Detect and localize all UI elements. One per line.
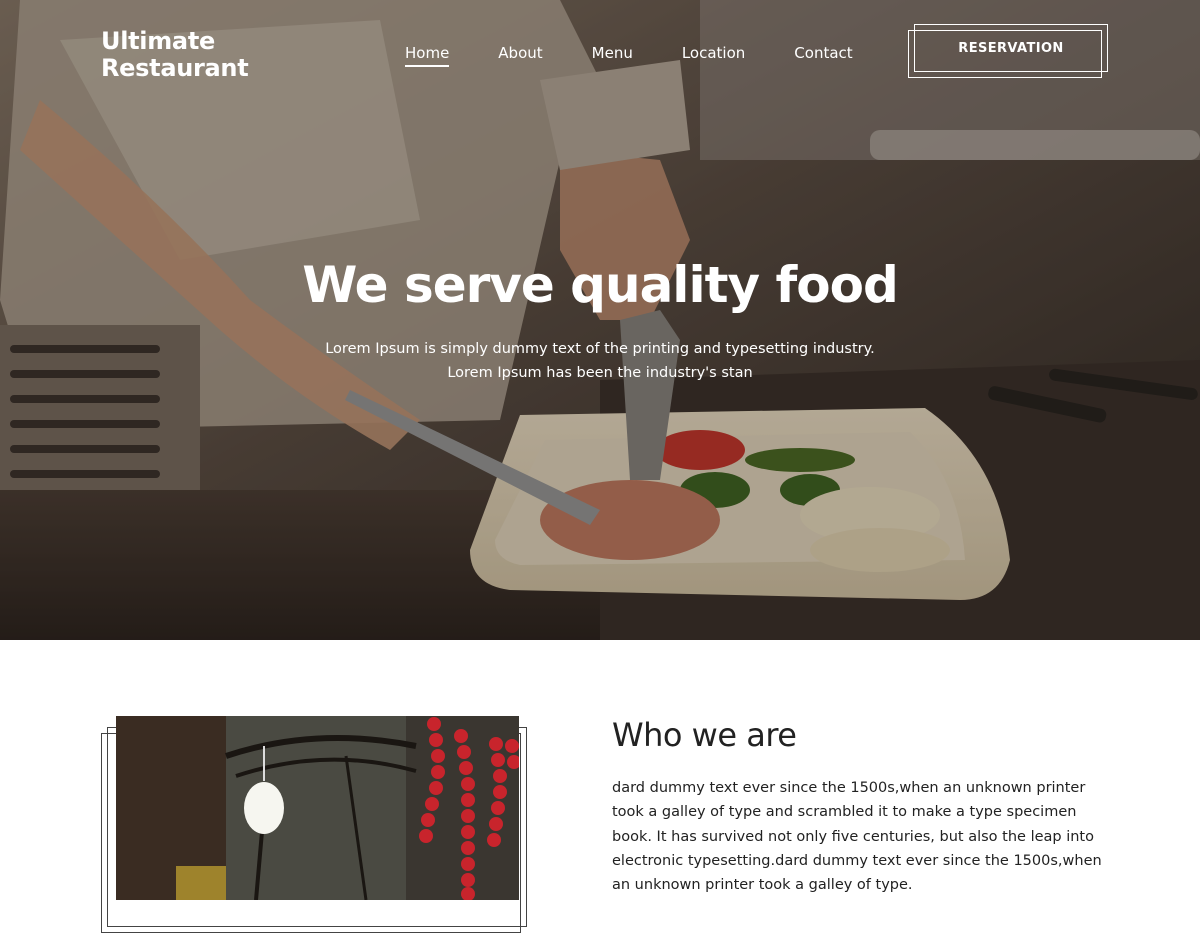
nav-link-location[interactable]: Location xyxy=(682,44,745,67)
nav-link-about[interactable]: About xyxy=(498,44,542,67)
brand-logo[interactable]: Ultimate Restaurant xyxy=(101,27,249,82)
hero-title: We serve quality food xyxy=(302,256,898,314)
reservation-button[interactable]: RESERVATION xyxy=(914,24,1108,72)
nav-link-contact[interactable]: Contact xyxy=(794,44,852,67)
nav-link-home[interactable]: Home xyxy=(405,44,450,67)
brand-line1: Ultimate xyxy=(101,27,215,55)
about-image xyxy=(116,716,519,900)
hero-overlay xyxy=(0,0,1200,640)
hero-subtitle-line2: Lorem Ipsum has been the industry's stan xyxy=(447,365,753,381)
restaurant-interior-photo xyxy=(116,716,519,900)
main-nav: Home About Menu Location Contact xyxy=(405,44,902,67)
brand-line2: Restaurant xyxy=(101,54,249,82)
hero-section: Ultimate Restaurant Home About Menu Loca… xyxy=(0,0,1200,640)
nav-link-menu[interactable]: Menu xyxy=(592,44,633,67)
hero-subtitle-line1: Lorem Ipsum is simply dummy text of the … xyxy=(325,341,875,357)
reservation-button-wrap: RESERVATION xyxy=(908,24,1108,78)
about-text: dard dummy text ever since the 1500s,whe… xyxy=(612,780,1102,894)
hero-subtitle: Lorem Ipsum is simply dummy text of the … xyxy=(300,337,900,385)
about-title: Who we are xyxy=(612,716,797,754)
